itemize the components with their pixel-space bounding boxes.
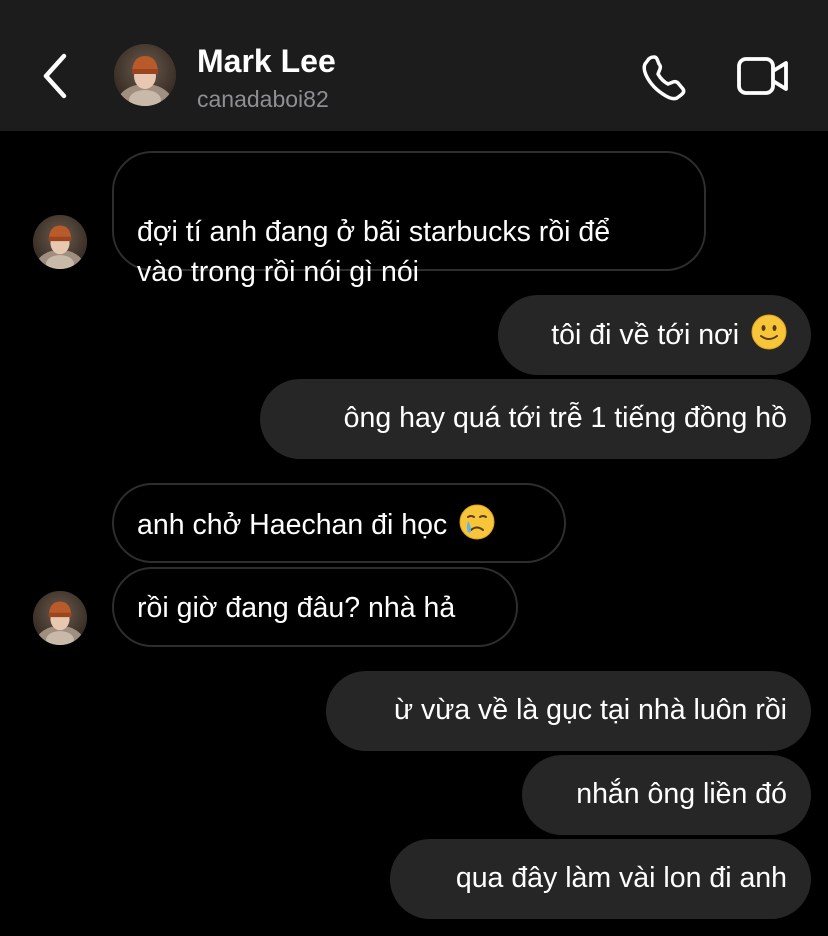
message-text: tôi đi về tới nơi	[551, 319, 740, 351]
chat-header: Mark Lee canadaboi82	[0, 0, 828, 131]
message-text: anh chở Haechan đi học	[137, 509, 448, 541]
message-sent[interactable]: ừ vừa về là gục tại nhà luôn rồi	[326, 671, 811, 751]
message-text: rồi giờ đang đâu? nhà hả	[137, 592, 456, 624]
sender-avatar[interactable]	[33, 591, 87, 645]
message-received[interactable]: anh chở Haechan đi học	[112, 483, 566, 563]
message-received[interactable]: đợi tí anh đang ở bãi starbucks rồi để v…	[112, 151, 706, 288]
crying-face-icon	[459, 504, 495, 540]
contact-name[interactable]: Mark Lee	[197, 43, 336, 80]
message-text: qua đây làm vài lon đi anh	[455, 862, 787, 894]
message-text: nhắn ông liền đó	[576, 778, 787, 810]
message-text: ông hay quá tới trễ 1 tiếng đồng hồ	[343, 402, 787, 434]
chevron-left-icon	[43, 53, 67, 99]
message-received[interactable]: rồi giờ đang đâu? nhà hả	[112, 567, 518, 647]
message-sent[interactable]: ông hay quá tới trễ 1 tiếng đồng hồ	[260, 379, 811, 459]
audio-call-button[interactable]	[640, 52, 690, 102]
contact-username[interactable]: canadaboi82	[197, 86, 329, 113]
slightly-smiling-face-icon	[751, 314, 787, 350]
message-sent[interactable]: qua đây làm vài lon đi anh	[390, 839, 811, 919]
message-text: đợi tí anh đang ở bãi starbucks rồi để v…	[137, 216, 611, 288]
message-text: ừ vừa về là gục tại nhà luôn rồi	[393, 694, 787, 726]
phone-icon	[642, 55, 686, 101]
message-sent[interactable]: tôi đi về tới nơi	[498, 295, 811, 375]
back-button[interactable]	[36, 50, 76, 102]
video-call-button[interactable]	[736, 54, 790, 98]
sender-avatar[interactable]	[33, 215, 87, 269]
video-camera-icon	[737, 57, 788, 95]
message-sent[interactable]: nhắn ông liền đó	[522, 755, 811, 835]
contact-avatar[interactable]	[114, 44, 176, 106]
